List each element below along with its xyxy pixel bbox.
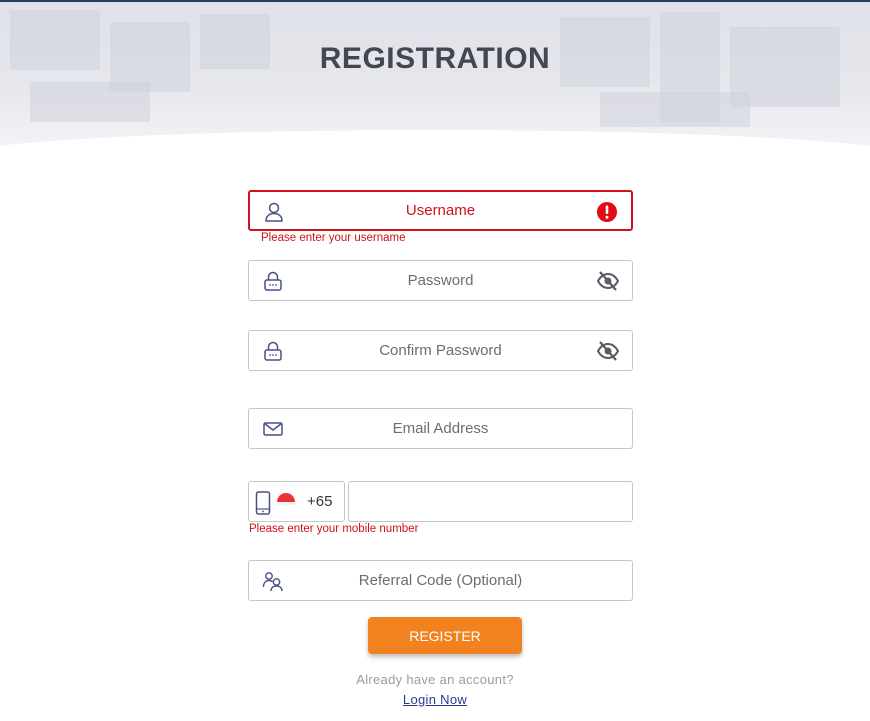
confirm-password-field[interactable]: Confirm Password — [248, 330, 633, 371]
user-icon — [265, 202, 283, 222]
login-now-link[interactable]: Login Now — [403, 692, 467, 707]
referral-code-field[interactable]: Referral Code (Optional) — [248, 560, 633, 601]
register-button[interactable]: REGISTER — [368, 617, 522, 654]
users-icon — [262, 572, 283, 592]
mobile-error: Please enter your mobile number — [249, 523, 419, 535]
email-field[interactable]: Email Address — [248, 408, 633, 449]
country-code-selector[interactable]: +65 — [248, 481, 345, 522]
eye-off-icon[interactable] — [596, 340, 620, 362]
password-placeholder: Password — [407, 272, 474, 289]
lock-icon — [264, 271, 282, 291]
mobile-number-input[interactable] — [348, 481, 633, 522]
eye-off-icon[interactable] — [596, 270, 620, 292]
already-have-account-text: Already have an account? — [356, 672, 514, 687]
error-icon — [597, 202, 617, 222]
header-banner — [0, 2, 870, 152]
confirm-password-placeholder: Confirm Password — [379, 342, 502, 359]
singapore-flag-icon — [277, 493, 295, 505]
lock-icon — [264, 341, 282, 361]
mail-icon — [263, 422, 283, 436]
username-placeholder: Username — [405, 202, 476, 219]
email-placeholder: Email Address — [392, 420, 489, 437]
page-title: REGISTRATION — [319, 42, 551, 75]
country-code: +65 — [307, 493, 333, 510]
mobile-phone-icon — [255, 491, 271, 515]
referral-placeholder: Referral Code (Optional) — [358, 572, 523, 589]
username-error: Please enter your username — [261, 232, 406, 244]
password-field[interactable]: Password — [248, 260, 633, 301]
username-field[interactable]: Username — [248, 190, 633, 231]
